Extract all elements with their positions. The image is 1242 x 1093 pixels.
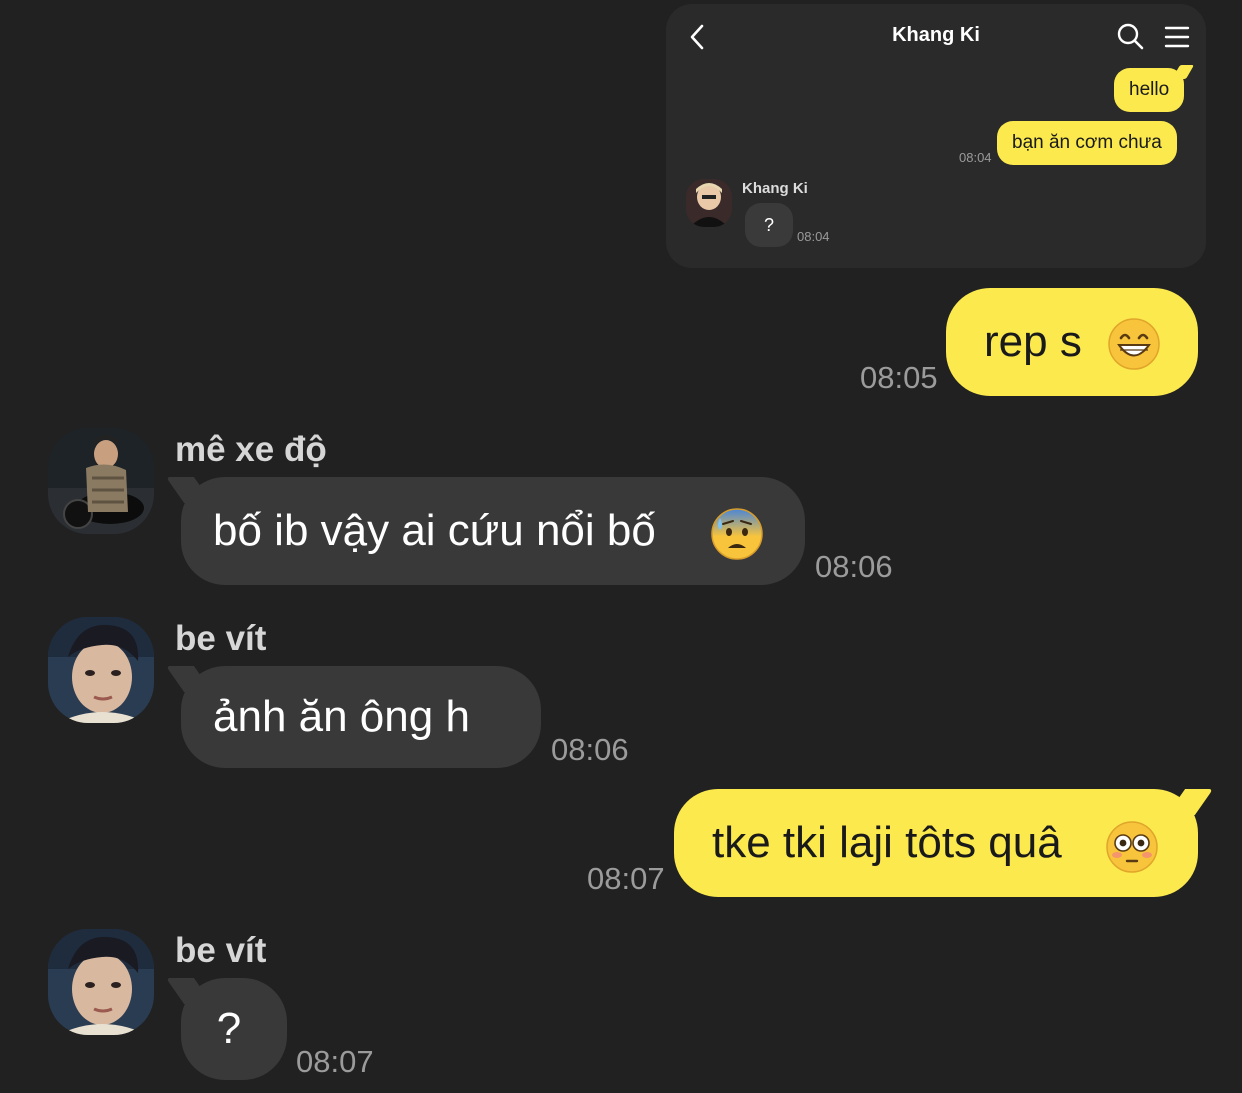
message-out[interactable]: tke tki laji tôts quâ bbox=[674, 789, 1214, 897]
search-icon[interactable] bbox=[1116, 22, 1144, 50]
avatar[interactable] bbox=[48, 617, 154, 723]
message-out[interactable]: rep s bbox=[946, 288, 1198, 396]
avatar[interactable] bbox=[48, 428, 154, 534]
menu-icon[interactable] bbox=[1164, 24, 1190, 50]
grinning-face-emoji bbox=[1108, 318, 1160, 370]
mini-message-out[interactable]: hello bbox=[1114, 68, 1185, 112]
message-text: ? bbox=[216, 1004, 242, 1053]
message-in[interactable]: bố ib vậy ai cứu nổi bố bbox=[165, 477, 805, 585]
avatar[interactable] bbox=[48, 929, 154, 1035]
message-time: 08:05 bbox=[860, 360, 938, 395]
chat-screen: Khang Ki hello 08:04 bạn ăn cơm chưa Kha… bbox=[0, 0, 1242, 1093]
embedded-chat-screenshot[interactable]: Khang Ki hello 08:04 bạn ăn cơm chưa Kha… bbox=[666, 4, 1206, 268]
sender-name: be vít bbox=[175, 931, 267, 970]
sender-name: mê xe độ bbox=[175, 430, 327, 469]
message-text: bố ib vậy ai cứu nổi bố bbox=[213, 506, 656, 555]
message-text: bạn ăn cơm chưa bbox=[1012, 132, 1162, 153]
avatar[interactable] bbox=[686, 179, 732, 227]
mini-message-in[interactable]: ? bbox=[745, 203, 793, 247]
sender-name: Khang Ki bbox=[742, 180, 808, 197]
message-text: rep s bbox=[984, 317, 1082, 366]
message-in[interactable]: ? bbox=[165, 978, 287, 1080]
message-time: 08:04 bbox=[959, 150, 992, 165]
message-in[interactable]: ảnh ăn ông h bbox=[165, 666, 541, 768]
message-text: tke tki laji tôts quâ bbox=[712, 818, 1062, 867]
message-time: 08:07 bbox=[296, 1044, 374, 1079]
message-time: 08:07 bbox=[587, 861, 665, 896]
message-text: ? bbox=[763, 215, 774, 235]
message-time: 08:06 bbox=[551, 732, 629, 767]
sender-name: be vít bbox=[175, 619, 267, 658]
mini-message-out[interactable]: bạn ăn cơm chưa bbox=[997, 121, 1177, 165]
flushed-face-emoji bbox=[1106, 821, 1158, 873]
anxious-sweat-face-emoji bbox=[711, 508, 763, 560]
message-text: hello bbox=[1129, 79, 1170, 100]
message-text: ảnh ăn ông h bbox=[213, 692, 470, 741]
message-time: 08:04 bbox=[797, 229, 830, 244]
message-time: 08:06 bbox=[815, 549, 893, 584]
